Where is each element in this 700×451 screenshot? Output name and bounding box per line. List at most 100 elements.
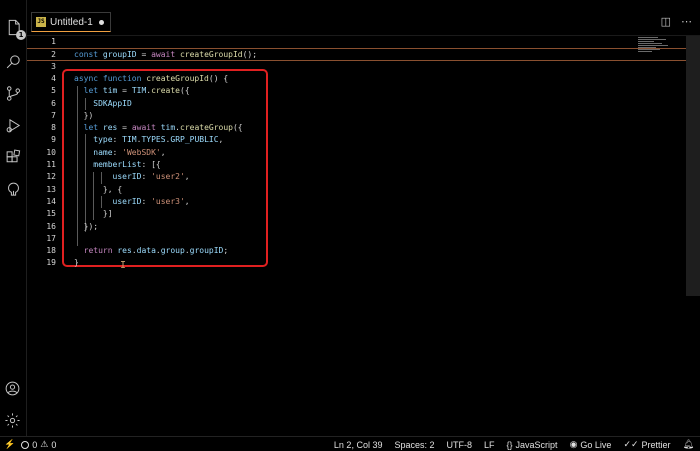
split-editor-icon[interactable]: ◫ [661,16,671,28]
tab-label: Untitled-1 [50,16,93,28]
line-number: 5 [51,86,56,96]
double-check-icon: ✓✓ [623,439,639,449]
cursor-position[interactable]: Ln 2, Col 39 [334,440,383,450]
code-token: let [83,86,103,96]
code-line[interactable]: 17 [27,233,686,245]
code-editor[interactable]: I 1 2 const groupID = await createGroupId(… [27,36,686,436]
code-token: async function [74,73,147,83]
notifications-bell-icon[interactable]: 🔔︎ [683,439,694,450]
code-line[interactable]: 11 memberList: [{ [27,159,686,171]
code-line[interactable]: 13 }, { [27,184,686,196]
language-mode[interactable]: {} JavaScript [507,440,558,450]
code-token: tim [102,86,118,96]
code-line[interactable]: 2 const groupID = await createGroupId(); [27,48,686,61]
code-line[interactable]: 9 type: TIM.TYPES.GRP_PUBLIC, [27,134,686,146]
end-of-line[interactable]: LF [484,440,495,450]
run-debug-icon[interactable] [4,116,23,135]
code-token: res [102,123,118,133]
code-token: 'WebSDK' [122,147,161,157]
minimap[interactable] [638,36,686,66]
code-token: TIM [131,86,147,96]
code-line[interactable]: 7 }) [27,110,686,122]
tab-untitled-1[interactable]: JS Untitled-1 [31,12,111,32]
code-token: let [83,123,103,133]
more-actions-icon[interactable]: ⋯ [681,16,692,28]
code-token: memberList [93,160,142,169]
code-token: TYPES [141,135,166,145]
code-line[interactable]: 3 [27,61,686,73]
code-line[interactable]: 18 return res.data.group.groupID; [27,245,686,257]
editor-actions: ◫ ⋯ [661,16,692,28]
code-line[interactable]: 6 SDKAppID [27,98,686,110]
code-line[interactable]: 12 userID: 'user2', [27,171,686,183]
code-line[interactable]: 5 let tim = TIM.create({ [27,85,686,97]
code-token: createGroupId [146,73,209,83]
code-token: : [{ [141,160,161,169]
line-number: 18 [46,246,56,256]
line-number: 13 [46,184,56,194]
code-token: , [160,147,166,157]
line-number: 10 [46,147,56,157]
line-number: 3 [51,61,56,71]
code-text: }); [74,221,98,233]
code-token: 'user2' [151,172,185,182]
code-line[interactable]: 14 userID: 'user3', [27,196,686,208]
line-number: 7 [51,110,56,120]
tab-bar: JS Untitled-1 ◫ ⋯ [27,0,700,36]
code-line[interactable]: 1 [27,36,686,48]
remote-indicator-icon[interactable]: ⚡ [4,439,15,450]
go-live-label: Go Live [580,439,612,450]
code-token: data [136,246,156,256]
source-control-icon[interactable] [4,84,23,103]
line-number: 16 [46,221,56,231]
warning-count: 0 [51,439,57,450]
explorer-badge: 1 [16,30,26,40]
code-token: }] [74,209,113,219]
code-line[interactable]: 4 async function createGroupId() { [27,73,686,85]
code-token: = [136,50,152,60]
line-number: 12 [46,172,56,182]
code-text: async function createGroupId() { [74,73,228,85]
encoding[interactable]: UTF-8 [447,440,473,450]
code-token: () { [208,73,229,83]
line-number: 17 [46,233,56,243]
code-token: SDKAppID [93,98,132,108]
code-text: memberList: [{ [74,159,161,171]
code-token: ({ [232,123,243,133]
code-text: } [74,257,79,269]
problems-indicator[interactable]: 0 ⚠ 0 [21,439,56,450]
code-token: }) [74,110,94,120]
search-icon[interactable] [4,52,23,71]
vertical-scrollbar[interactable] [686,36,700,296]
settings-gear-icon[interactable] [4,412,23,431]
indentation[interactable]: Spaces: 2 [394,440,434,450]
code-line[interactable]: 10 name: 'WebSDK', [27,147,686,159]
code-text: let res = await tim.createGroup({ [74,122,243,134]
unsaved-dot-icon[interactable] [98,19,104,25]
code-token: group [160,246,185,256]
code-token: create [151,86,180,96]
code-line[interactable]: 8 let res = await tim.createGroup({ [27,122,686,134]
line-number: 1 [51,37,56,46]
explorer-icon[interactable]: 1 [4,18,26,40]
go-live-button[interactable]: ◉ Go Live [570,439,612,450]
prettier-button[interactable]: ✓✓ Prettier [623,439,670,450]
code-line[interactable]: 16 }); [27,221,686,233]
line-number: 8 [51,123,56,133]
extensions-icon[interactable] [4,148,23,167]
account-icon[interactable] [4,380,23,399]
remote-explorer-icon[interactable] [4,180,23,199]
code-line[interactable]: 19} [27,257,686,269]
code-text: }) [74,110,94,122]
code-line[interactable]: 15 }] [27,208,686,220]
code-text: return res.data.group.groupID; [74,245,229,257]
status-bar: ⚡ 0 ⚠ 0 Ln 2, Col 39 Spaces: 2 UTF-8 LF … [0,436,700,451]
code-token: res [117,246,132,256]
code-token: tim [160,123,176,133]
